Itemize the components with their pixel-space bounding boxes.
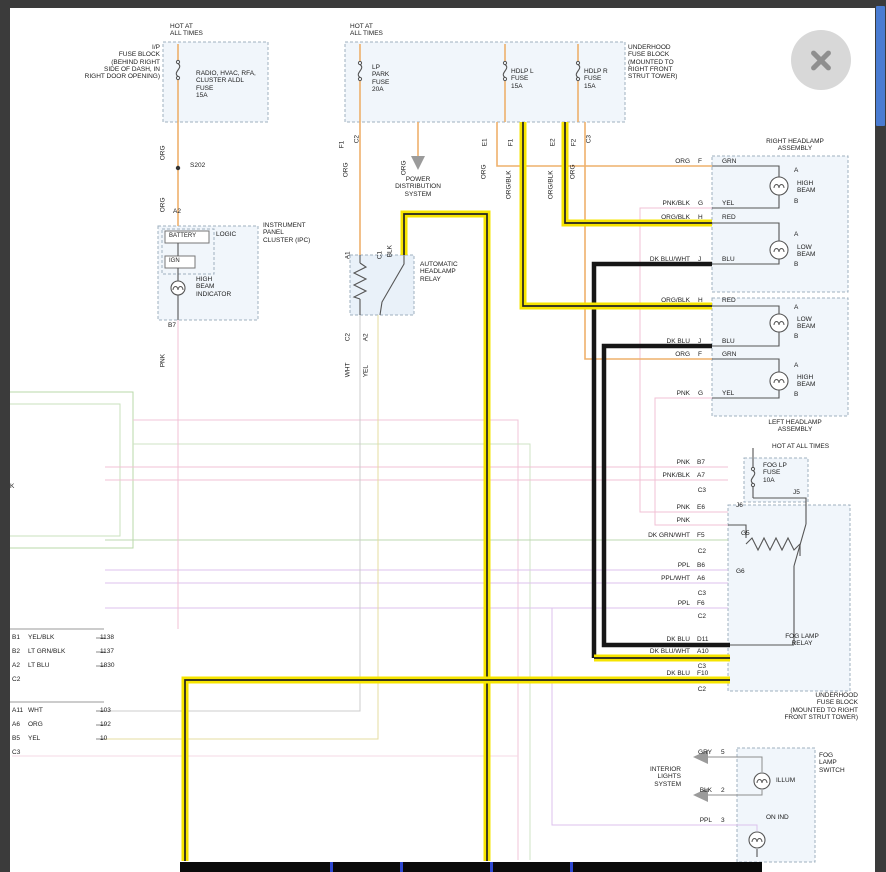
underhood-fuse-box (345, 42, 625, 122)
highlighted-wire-core (185, 680, 730, 861)
diagram-svg (0, 0, 886, 872)
wire (105, 315, 360, 711)
wire (105, 315, 378, 739)
wire (594, 264, 712, 658)
splice-dot (176, 166, 180, 170)
scrollbar-thumb[interactable] (876, 6, 885, 126)
window-frame-left (0, 0, 10, 872)
wiring-diagram-viewer: HOT AT ALL TIMESI/P FUSE BLOCK (BEHIND R… (0, 0, 886, 872)
interior-lights-arrow-2 (693, 788, 708, 802)
right-headlamp-box (712, 156, 848, 292)
toolbar-tick (330, 862, 333, 872)
wire (133, 444, 530, 860)
ign-box (165, 256, 195, 268)
fog-switch-box (737, 748, 815, 862)
wire (552, 608, 757, 831)
wire (497, 122, 712, 166)
power-distribution-arrow (411, 156, 425, 170)
module-outline-outer (0, 392, 133, 548)
wire (133, 420, 518, 860)
toolbar-tick (570, 862, 573, 872)
interior-lights-arrow-1 (693, 750, 708, 764)
highlighted-wire (404, 214, 487, 861)
highlighted-wire-core (523, 122, 712, 306)
fog-fuse-box (744, 458, 808, 502)
toolbar-tick (400, 862, 403, 872)
highlighted-wire (523, 122, 712, 306)
toolbar-tick (490, 862, 493, 872)
scrollbar-track[interactable] (875, 0, 886, 872)
wire (604, 346, 730, 645)
close-button[interactable] (791, 30, 851, 90)
module-outline-inner (0, 404, 120, 536)
bottom-toolbar (180, 862, 762, 872)
battery-box (165, 231, 209, 243)
wire (655, 398, 728, 525)
highlighted-wire-core (404, 214, 487, 861)
wire (585, 122, 712, 359)
highlighted-wire (185, 680, 730, 861)
window-frame-top (0, 0, 886, 8)
